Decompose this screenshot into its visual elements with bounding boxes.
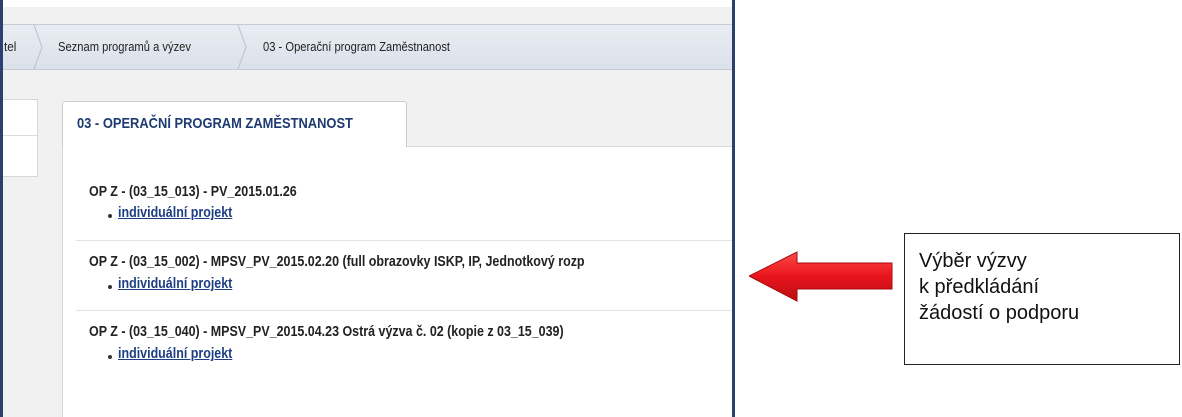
window-top-strip: [0, 0, 732, 7]
callout-line: k předkládání: [919, 276, 1040, 298]
red-arrow-icon: [747, 251, 894, 302]
annotation-callout: Výběr výzvy k předkládání žádostí o podp…: [904, 233, 1180, 365]
breadcrumb-item-home[interactable]: tel: [4, 25, 16, 69]
breadcrumb-item-programs[interactable]: Seznam programů a výzev: [58, 25, 191, 69]
call-title: OP Z - (03_15_013) - PV_2015.01.26: [89, 184, 297, 200]
callout-line: Výběr výzvy: [919, 250, 1027, 272]
call-title: OP Z - (03_15_002) - MPSV_PV_2015.02.20 …: [89, 254, 585, 270]
tab-program[interactable]: 03 - OPERAČNÍ PROGRAM ZAMĚSTNANOST: [62, 101, 407, 147]
individual-project-link[interactable]: individuální projekt: [118, 205, 232, 221]
app-window: tel Seznam programů a výzev 03 - Operačn…: [0, 0, 735, 417]
individual-project-link[interactable]: individuální projekt: [118, 276, 232, 292]
row-divider: [76, 310, 732, 311]
row-divider: [76, 240, 732, 241]
tab-program-label: 03 - OPERAČNÍ PROGRAM ZAMĚSTNANOST: [77, 115, 353, 132]
bullet-icon: [108, 355, 112, 359]
call-title: OP Z - (03_15_040) - MPSV_PV_2015.04.23 …: [89, 324, 564, 340]
individual-project-link[interactable]: individuální projekt: [118, 346, 232, 362]
left-panel: [0, 99, 38, 177]
breadcrumb-separator-icon: [32, 25, 46, 69]
bullet-icon: [108, 214, 112, 218]
bullet-icon: [108, 285, 112, 289]
breadcrumb-separator-icon: [236, 25, 250, 69]
breadcrumb-item-current[interactable]: 03 - Operační program Zaměstnanost: [263, 25, 450, 69]
callout-line: žádostí o podporu: [919, 302, 1080, 324]
window-left-border: [0, 0, 3, 417]
left-panel-divider: [0, 135, 38, 136]
breadcrumb: tel Seznam programů a výzev 03 - Operačn…: [0, 24, 732, 70]
